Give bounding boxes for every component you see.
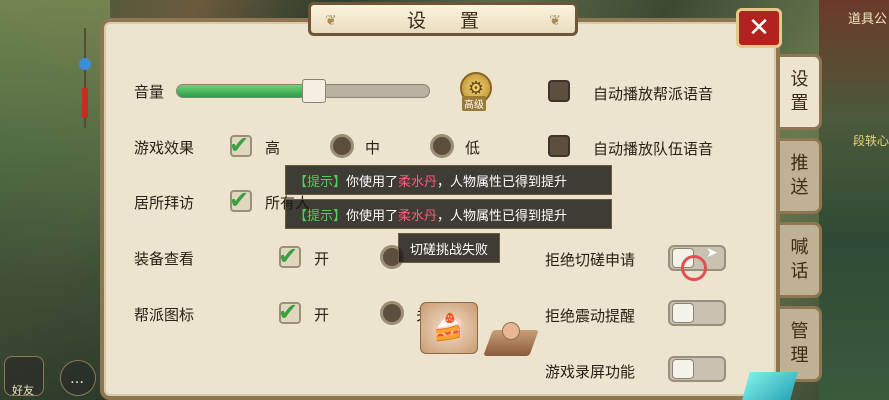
- advanced-settings-button[interactable]: ⚙ 高级: [460, 72, 494, 111]
- team-voice-autoplay-label: 自动播放队伍语音: [593, 140, 714, 158]
- guild-icon-on-label: 开: [314, 306, 330, 324]
- notice-toast: 【提示】 你使用了 柔水丹 ，人物属性已得到提升: [285, 199, 612, 229]
- check-icon: ✔: [229, 186, 250, 214]
- notice-text-pre: 你使用了: [346, 174, 399, 190]
- notice-tag: 【提示】: [294, 174, 347, 190]
- tab-manage[interactable]: 管 理: [780, 306, 822, 382]
- volume-slider-handle[interactable]: [302, 79, 326, 103]
- cursor-icon: ➤: [706, 245, 718, 261]
- advanced-label: 高级: [462, 96, 486, 111]
- tab-shout-label: 喊 话: [790, 237, 809, 282]
- notice-item-name: 柔水丹: [398, 174, 438, 190]
- friends-label: 好友: [12, 384, 34, 397]
- title-bar: ❦ 设 置 ❦: [308, 2, 578, 36]
- volume-slider-fill: [177, 85, 316, 97]
- cake-item-icon[interactable]: 🍰: [420, 302, 478, 354]
- visit-label: 居所拜访: [134, 194, 195, 212]
- notice-text-post: ，人物属性已得到提升: [437, 208, 568, 224]
- toggle-knob: [672, 359, 694, 379]
- cloud-ornament-icon: ❦: [549, 13, 561, 29]
- refuse-vibration-label: 拒绝震动提醒: [545, 307, 636, 325]
- ball-icon: [502, 322, 520, 340]
- team-voice-autoplay-checkbox[interactable]: [548, 135, 570, 157]
- page-title: 设 置: [406, 9, 494, 32]
- crystal-icon: [742, 372, 798, 400]
- guild-voice-autoplay-checkbox[interactable]: [548, 80, 570, 102]
- refuse-duel-label: 拒绝切磋申请: [545, 251, 636, 269]
- touch-indicator: [681, 255, 707, 281]
- tab-push[interactable]: 推 送: [780, 138, 822, 214]
- rope-ornament-icon: [79, 28, 91, 128]
- player-name-tag: 段轶心: [852, 134, 889, 148]
- duel-fail-toast: 切磋挑战失败: [398, 233, 500, 263]
- equip-view-label: 装备查看: [134, 250, 195, 268]
- tab-push-label: 推 送: [790, 153, 809, 198]
- volume-label: 音量: [134, 83, 165, 101]
- notice-item-name: 柔水丹: [398, 208, 438, 224]
- cloud-ornament-icon: ❦: [325, 13, 337, 29]
- check-icon: ✔: [278, 298, 299, 326]
- background-text: 道具公: [847, 12, 887, 27]
- tab-settings-label: 设 置: [790, 69, 809, 114]
- effects-medium-radio[interactable]: [330, 134, 354, 158]
- equip-view-on-label: 开: [314, 250, 330, 268]
- check-icon: ✔: [278, 242, 299, 270]
- effects-label: 游戏效果: [134, 139, 195, 157]
- effects-medium-label: 中: [365, 139, 381, 157]
- notice-text-pre: 你使用了: [346, 208, 399, 224]
- background-scenery-left: [0, 0, 110, 400]
- effects-low-radio[interactable]: [430, 134, 454, 158]
- chat-icon: …: [70, 371, 85, 387]
- toggle-knob: [672, 303, 694, 323]
- close-button[interactable]: ✕: [736, 8, 782, 48]
- tab-manage-label: 管 理: [790, 321, 809, 366]
- guild-icon-off-radio[interactable]: [380, 301, 404, 325]
- guild-voice-autoplay-label: 自动播放帮派语音: [593, 85, 714, 103]
- notice-text-post: ，人物属性已得到提升: [437, 174, 568, 190]
- background-scenery-right: [819, 0, 889, 400]
- guild-icon-label: 帮派图标: [134, 306, 195, 324]
- screen-record-toggle[interactable]: [668, 356, 726, 382]
- duel-fail-text: 切磋挑战失败: [409, 242, 488, 258]
- tab-settings[interactable]: 设 置: [780, 54, 822, 130]
- effects-high-label: 高: [265, 139, 281, 157]
- tab-shout[interactable]: 喊 话: [780, 222, 822, 298]
- effects-low-label: 低: [465, 139, 481, 157]
- screen-record-label: 游戏录屏功能: [545, 363, 636, 381]
- notice-toast: 【提示】 你使用了 柔水丹 ，人物属性已得到提升: [285, 165, 612, 195]
- check-icon: ✔: [229, 131, 250, 159]
- refuse-vibration-toggle[interactable]: [668, 300, 726, 326]
- notice-tag: 【提示】: [294, 208, 347, 224]
